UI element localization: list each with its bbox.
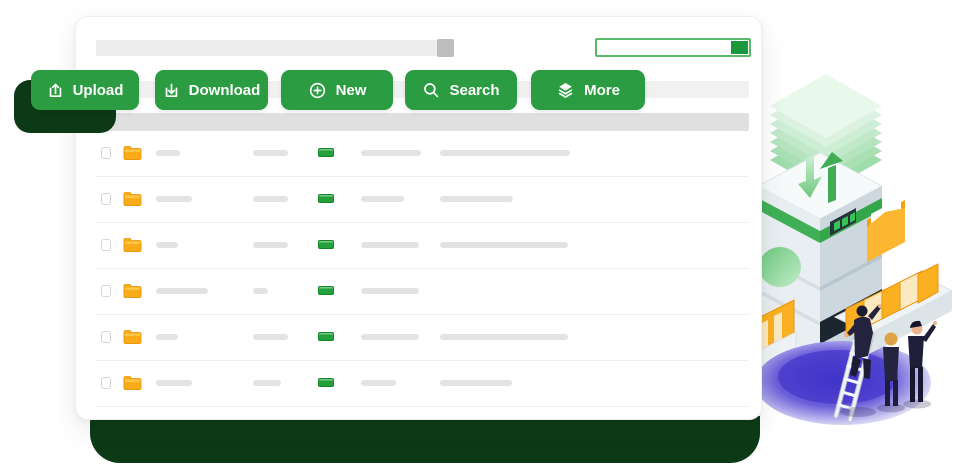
table-row[interactable]: [96, 131, 749, 177]
download-icon: [165, 83, 177, 97]
folder-icon: [123, 284, 142, 299]
placeholder-text-bar: [253, 150, 288, 156]
placeholder-text-bar: [156, 196, 192, 202]
row-checkbox[interactable]: [101, 285, 111, 297]
placeholder-text-bar: [156, 288, 208, 294]
search-icon: [424, 83, 439, 98]
upload-button-label: Upload: [72, 81, 124, 99]
upload-icon: [49, 83, 61, 97]
plus-circle-icon: [309, 82, 325, 98]
more-button-label: More: [584, 81, 620, 99]
download-button[interactable]: Download: [155, 70, 268, 110]
folder-icon: [123, 376, 142, 391]
row-checkbox[interactable]: [101, 331, 111, 343]
file-table: [96, 131, 749, 407]
status-badge: [318, 332, 334, 341]
new-button-label: New: [335, 81, 367, 99]
row-checkbox[interactable]: [101, 239, 111, 251]
table-header-bar: [96, 113, 749, 131]
progress-bar-fill: [731, 41, 748, 54]
status-badge: [318, 194, 334, 203]
table-row[interactable]: [96, 177, 749, 223]
archive-illustration: [751, 74, 954, 425]
backdrop-band: [90, 416, 760, 463]
placeholder-text-bar: [156, 380, 192, 386]
placeholder-text-bar: [440, 334, 568, 340]
green-blob: [759, 247, 801, 287]
placeholder-text-bar: [253, 288, 268, 294]
placeholder-text-bar: [156, 150, 180, 156]
placeholder-text-bar: [156, 242, 178, 248]
status-badge: [318, 378, 334, 387]
folder-icon: [123, 330, 142, 345]
folder-icon: [123, 238, 142, 253]
address-bar[interactable]: [96, 39, 454, 57]
placeholder-text-bar: [361, 242, 419, 248]
placeholder-text-bar: [253, 196, 288, 202]
more-button[interactable]: More: [531, 70, 645, 110]
platform-inner: [778, 350, 898, 404]
placeholder-text-bar: [253, 380, 281, 386]
placeholder-text-bar: [440, 242, 568, 248]
download-button-label: Download: [188, 81, 261, 99]
placeholder-text-bar: [361, 334, 419, 340]
placeholder-text-bar: [361, 150, 421, 156]
placeholder-text-bar: [361, 196, 404, 202]
folder-icon: [123, 146, 142, 161]
row-checkbox[interactable]: [101, 147, 111, 159]
table-row[interactable]: [96, 315, 749, 361]
placeholder-text-bar: [440, 150, 570, 156]
progress-bar: [595, 38, 751, 57]
folder-icon: [123, 192, 142, 207]
table-row[interactable]: [96, 223, 749, 269]
placeholder-text-bar: [253, 242, 288, 248]
search-button[interactable]: Search: [405, 70, 517, 110]
placeholder-text-bar: [253, 334, 288, 340]
page: Upload Download New Search More: [0, 0, 968, 466]
table-row[interactable]: [96, 361, 749, 407]
status-badge: [318, 148, 334, 157]
placeholder-text-bar: [361, 380, 396, 386]
search-button-label: Search: [449, 81, 500, 99]
table-row[interactable]: [96, 269, 749, 315]
layers-icon: [558, 82, 573, 98]
status-badge: [318, 286, 334, 295]
placeholder-text-bar: [440, 196, 513, 202]
new-button[interactable]: New: [281, 70, 393, 110]
placeholder-text-bar: [361, 288, 419, 294]
address-bar-box: [437, 39, 454, 57]
row-checkbox[interactable]: [101, 377, 111, 389]
placeholder-text-bar: [156, 334, 178, 340]
row-checkbox[interactable]: [101, 193, 111, 205]
status-badge: [318, 240, 334, 249]
upload-button[interactable]: Upload: [31, 70, 139, 110]
placeholder-text-bar: [440, 380, 512, 386]
